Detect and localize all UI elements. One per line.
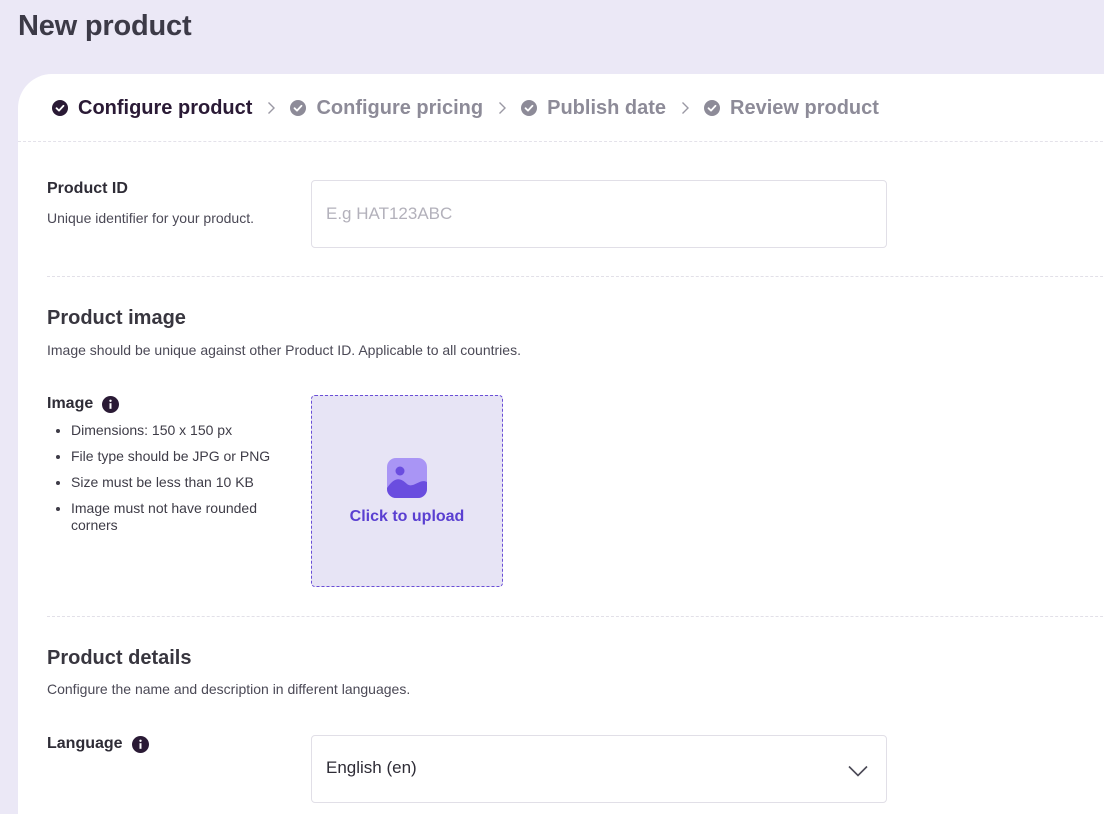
product-id-label: Product ID — [47, 180, 128, 198]
list-item: Dimensions: 150 x 150 px — [47, 422, 297, 439]
product-details-description: Configure the name and description in di… — [47, 681, 411, 697]
product-details-title: Product details — [47, 647, 192, 669]
chevron-right-icon — [497, 101, 507, 115]
product-image-title: Product image — [47, 307, 186, 329]
check-circle-icon — [52, 100, 68, 116]
check-circle-icon — [704, 100, 721, 116]
language-label-text: Language — [47, 735, 123, 752]
step-label: Publish date — [547, 96, 667, 119]
image-upload-dropzone[interactable]: Click to upload — [311, 395, 503, 587]
step-label: Configure product — [78, 96, 253, 119]
list-item: Image must not have rounded corners — [47, 500, 297, 534]
product-id-label-text: Product ID — [47, 180, 128, 197]
stepper-divider — [18, 141, 1104, 142]
section-divider — [47, 276, 1104, 277]
step-label: Review product — [730, 96, 879, 119]
step-review-product[interactable]: Review product — [704, 97, 879, 120]
image-label-text: Image — [47, 395, 94, 412]
list-item: Size must be less than 10 KB — [47, 474, 297, 491]
step-configure-product[interactable]: Configure product — [52, 97, 252, 120]
image-upload-icon — [387, 458, 427, 498]
chevron-down-icon — [848, 762, 868, 777]
image-label: Image — [47, 395, 120, 413]
step-label: Configure pricing — [316, 96, 484, 119]
language-select[interactable]: English (en) — [311, 735, 887, 803]
chevron-right-icon — [266, 101, 276, 115]
product-image-description: Image should be unique against other Pro… — [47, 342, 521, 358]
product-id-description: Unique identifier for your product. — [47, 210, 254, 226]
list-item: File type should be JPG or PNG — [47, 448, 297, 465]
step-publish-date[interactable]: Publish date — [521, 97, 666, 120]
image-requirements-list: Dimensions: 150 x 150 px File type shoul… — [47, 422, 297, 543]
step-configure-pricing[interactable]: Configure pricing — [290, 97, 483, 120]
upload-label: Click to upload — [349, 508, 465, 525]
chevron-right-icon — [680, 101, 690, 115]
form-card: Configure product Configure pricing Publ… — [18, 74, 1104, 814]
product-id-input[interactable] — [311, 180, 887, 248]
info-icon[interactable] — [131, 735, 149, 753]
check-circle-icon — [290, 100, 307, 116]
language-label: Language — [47, 735, 149, 753]
language-select-value: English (en) — [326, 758, 417, 777]
section-divider — [47, 616, 1104, 617]
page-title: New product — [18, 10, 192, 42]
info-icon[interactable] — [102, 395, 120, 413]
stepper: Configure product Configure pricing Publ… — [52, 94, 879, 122]
check-circle-icon — [521, 100, 538, 116]
